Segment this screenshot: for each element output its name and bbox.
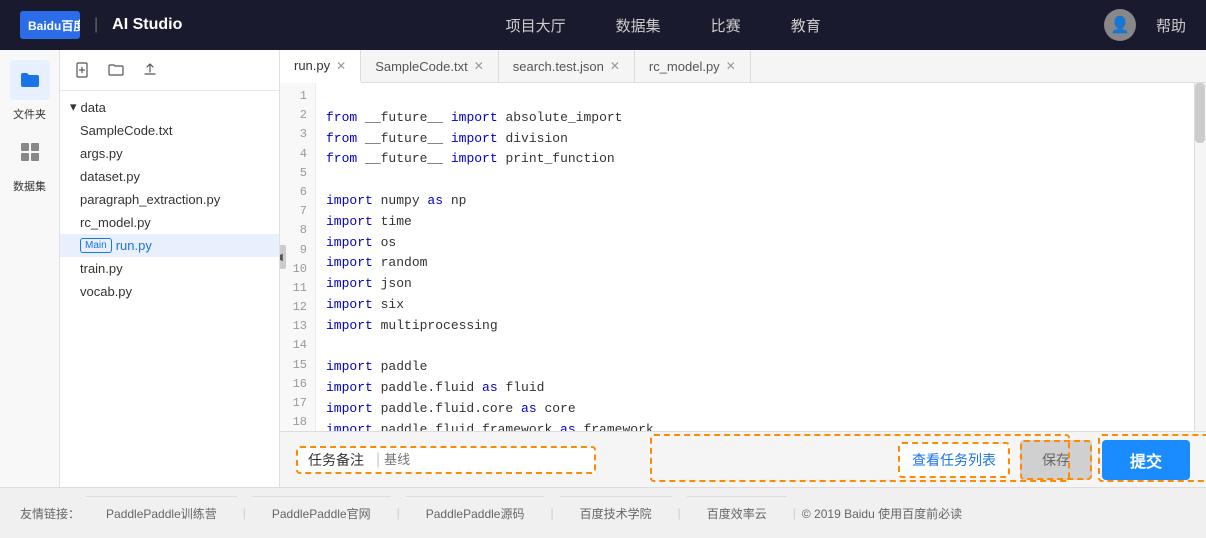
- file-runpy[interactable]: Main run.py: [60, 234, 279, 257]
- file-dataset[interactable]: dataset.py: [60, 165, 279, 188]
- dataset-icon[interactable]: [10, 132, 50, 172]
- file-toolbar: [60, 50, 279, 91]
- tab-runpy[interactable]: run.py ✕: [280, 50, 361, 83]
- view-tasks-button[interactable]: 查看任务列表: [898, 442, 1010, 478]
- footer-prefix: 友情链接：: [20, 505, 80, 522]
- sidebar-item-files[interactable]: 文件夹: [10, 60, 50, 122]
- svg-text:Baidu百度: Baidu百度: [28, 18, 80, 33]
- task-input-group: 任务备注 |: [296, 446, 596, 474]
- editor-scrollbar[interactable]: [1194, 83, 1206, 431]
- file-rcmodel[interactable]: rc_model.py: [60, 211, 279, 234]
- sidebar-files-label: 文件夹: [13, 106, 46, 122]
- tab-searchtestjson-label: search.test.json: [513, 59, 604, 74]
- collapse-panel-button[interactable]: ◀: [280, 245, 286, 269]
- footer-copyright: © 2019 Baidu 使用百度前必读: [802, 505, 962, 522]
- upload-button[interactable]: [138, 58, 162, 82]
- tab-runpy-close[interactable]: ✕: [336, 59, 346, 73]
- main-content: 文件夹 数据集: [0, 50, 1206, 487]
- folder-icon[interactable]: [10, 60, 50, 100]
- tab-rcmodel-label: rc_model.py: [649, 59, 720, 74]
- file-list: ▾ data SampleCode.txt args.py dataset.py…: [60, 91, 279, 487]
- avatar[interactable]: 👤: [1104, 9, 1136, 41]
- tab-samplecode-label: SampleCode.txt: [375, 59, 468, 74]
- footer-link-baidutechacademy[interactable]: 百度技术学院: [560, 496, 672, 530]
- logo-area: Baidu百度 | AI Studio: [20, 11, 182, 39]
- footer: 友情链接： PaddlePaddle训练营 | PaddlePaddle官网 |…: [0, 487, 1206, 538]
- tab-samplecode-close[interactable]: ✕: [474, 59, 484, 73]
- submit-button[interactable]: 提交: [1102, 440, 1190, 480]
- task-note-label: 任务备注: [308, 450, 364, 470]
- footer-link-paddleofficial[interactable]: PaddlePaddle官网: [252, 496, 391, 530]
- file-paragraph[interactable]: paragraph_extraction.py: [60, 188, 279, 211]
- chevron-icon: ▾: [70, 99, 77, 115]
- code-text[interactable]: from __future__ import absolute_import f…: [316, 83, 1206, 431]
- top-navigation: Baidu百度 | AI Studio 项目大厅 数据集 比赛 教育 👤 帮助: [0, 0, 1206, 50]
- file-train[interactable]: train.py: [60, 257, 279, 280]
- baseline-input[interactable]: [384, 452, 584, 467]
- footer-link-paddlesource[interactable]: PaddlePaddle源码: [406, 496, 545, 530]
- tab-searchtestjson[interactable]: search.test.json ✕: [499, 50, 635, 82]
- footer-link-paddlecamp[interactable]: PaddlePaddle训练营: [86, 496, 237, 530]
- file-samplecode[interactable]: SampleCode.txt: [60, 119, 279, 142]
- tab-bar: run.py ✕ SampleCode.txt ✕ search.test.js…: [280, 50, 1206, 83]
- tab-samplecode[interactable]: SampleCode.txt ✕: [361, 50, 499, 82]
- nav-dataset[interactable]: 数据集: [616, 15, 661, 36]
- main-badge: Main: [80, 238, 112, 253]
- run-file-row: Main run.py: [80, 238, 259, 253]
- editor-area: run.py ✕ SampleCode.txt ✕ search.test.js…: [280, 50, 1206, 487]
- nav-education[interactable]: 教育: [791, 15, 821, 36]
- file-args[interactable]: args.py: [60, 142, 279, 165]
- bottom-bar: 任务备注 | 查看任务列表 保存 提交: [280, 431, 1206, 487]
- new-folder-button[interactable]: [104, 58, 128, 82]
- file-panel: ▾ data SampleCode.txt args.py dataset.py…: [60, 50, 280, 487]
- sidebar-dataset-label: 数据集: [13, 178, 46, 194]
- sidebar-item-dataset[interactable]: 数据集: [10, 132, 50, 194]
- tab-rcmodel[interactable]: rc_model.py ✕: [635, 50, 751, 82]
- tab-runpy-label: run.py: [294, 58, 330, 73]
- code-editor[interactable]: ◀ 1 2 3 4 5 6 7 8 9 10 11 12 13 14: [280, 83, 1206, 431]
- app-title: AI Studio: [112, 16, 182, 34]
- folder-data-label: data: [81, 100, 106, 115]
- footer-link-baiducloud[interactable]: 百度效率云: [687, 496, 787, 530]
- logo-separator: |: [94, 16, 98, 34]
- nav-links: 项目大厅 数据集 比赛 教育: [222, 15, 1104, 36]
- save-button[interactable]: 保存: [1020, 440, 1092, 480]
- nav-right: 👤 帮助: [1104, 9, 1186, 41]
- file-vocab[interactable]: vocab.py: [60, 280, 279, 303]
- code-lines: 1 2 3 4 5 6 7 8 9 10 11 12 13 14 15 16 1: [280, 83, 1206, 431]
- nav-competition[interactable]: 比赛: [711, 15, 741, 36]
- folder-data[interactable]: ▾ data: [60, 95, 279, 119]
- help-link[interactable]: 帮助: [1156, 15, 1186, 36]
- sidebar: 文件夹 数据集: [0, 50, 60, 487]
- tab-searchtestjson-close[interactable]: ✕: [610, 59, 620, 73]
- scrollbar-thumb[interactable]: [1195, 83, 1205, 143]
- nav-project-hall[interactable]: 项目大厅: [506, 15, 566, 36]
- baidu-logo: Baidu百度: [20, 11, 80, 39]
- new-file-button[interactable]: [70, 58, 94, 82]
- tab-rcmodel-close[interactable]: ✕: [726, 59, 736, 73]
